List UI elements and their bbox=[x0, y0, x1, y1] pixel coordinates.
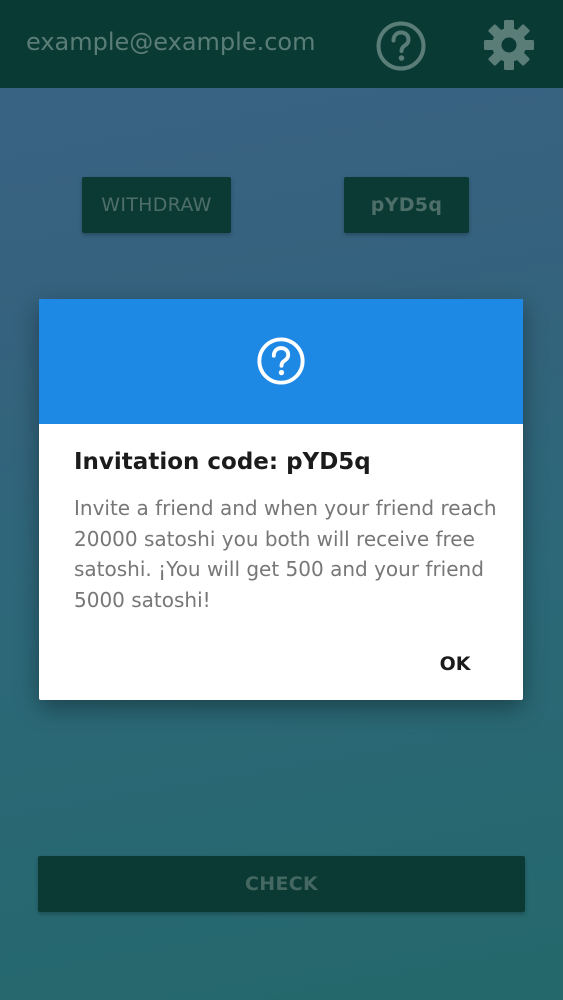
app-screen: example@example.com WITHDRAW pYD5q CHECK… bbox=[0, 0, 563, 1000]
ok-button[interactable]: OK bbox=[429, 646, 481, 682]
help-circle-icon bbox=[257, 337, 305, 385]
dialog-header bbox=[39, 299, 523, 424]
dialog-message: Invite a friend and when your friend rea… bbox=[74, 496, 497, 612]
invitation-dialog: Invitation code: pYD5q Invite a friend a… bbox=[39, 299, 523, 700]
dialog-title: Invitation code: pYD5q bbox=[74, 449, 371, 475]
